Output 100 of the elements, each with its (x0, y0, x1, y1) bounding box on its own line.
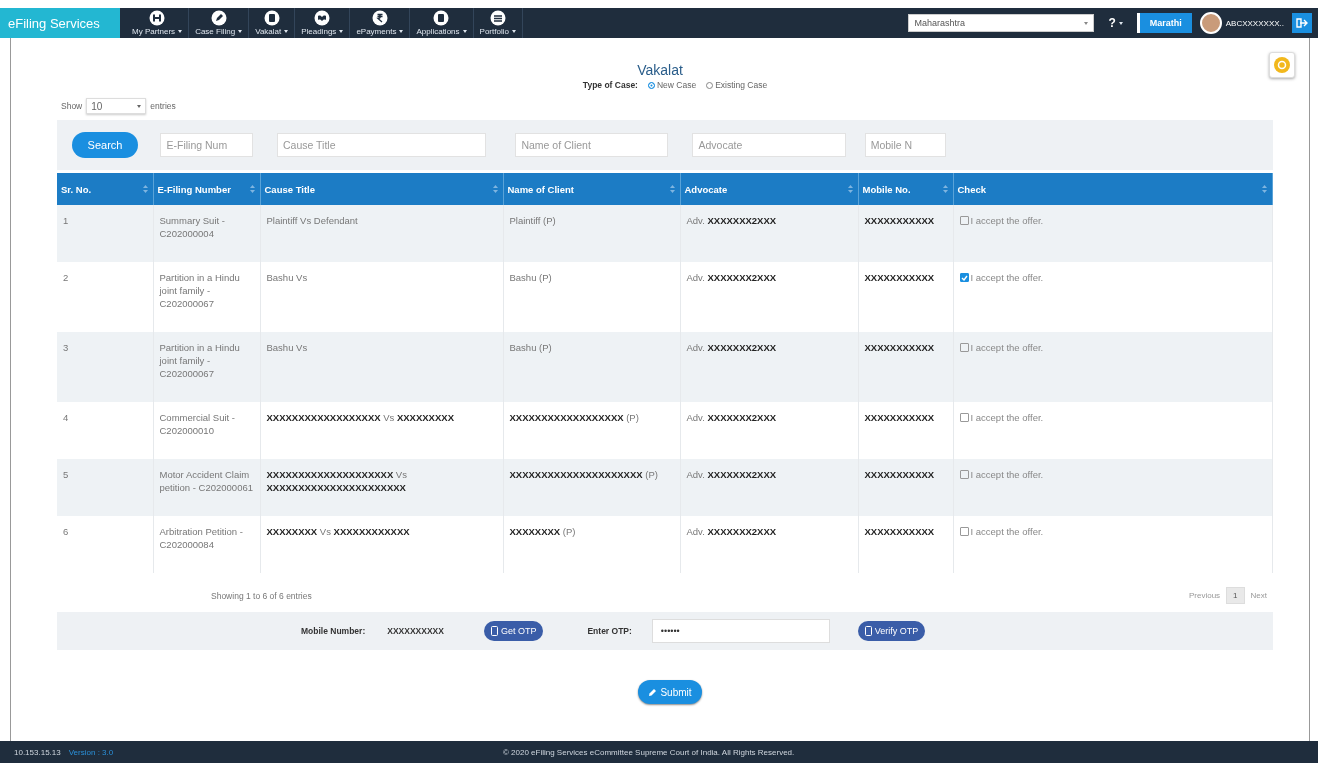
search-button[interactable]: Search (72, 132, 138, 158)
check-icon (960, 274, 968, 281)
sort-icon (668, 184, 676, 194)
column-header[interactable]: Cause Title (260, 173, 503, 205)
client-name: XXXXXXXX (P) (509, 526, 576, 537)
caret-icon (178, 30, 183, 33)
serial-number: 6 (63, 526, 69, 537)
advocate-name: Adv. XXXXXXX2XXX (686, 469, 777, 480)
avatar[interactable] (1199, 12, 1222, 34)
serial-number: 4 (63, 412, 69, 423)
nav-menu[interactable]: My Partners (126, 8, 190, 38)
phone-icon (490, 626, 498, 636)
case-type-radio[interactable]: Existing Case (706, 80, 768, 90)
mobile-number-value: XXXXXXXXXX (387, 626, 444, 636)
brand-title[interactable]: eFiling Services (0, 8, 120, 38)
advocate-name: Adv. XXXXXXX2XXX (686, 526, 777, 537)
entries-label: entries (150, 101, 176, 111)
column-header[interactable]: Check (953, 173, 1273, 205)
page-button[interactable]: 1 (1226, 587, 1245, 604)
nav-menu[interactable]: Portfolio (473, 8, 523, 38)
column-header[interactable]: Name of Client (503, 173, 680, 205)
caret-icon (1118, 21, 1123, 25)
column-header[interactable]: Sr. No. (57, 173, 153, 205)
efiling-number: Motor Accident Claim petition - C202000061 (159, 469, 253, 493)
otp-field[interactable]: •••••• (651, 619, 830, 643)
cause-title: Bashu Vs (266, 272, 308, 283)
accept-checkbox[interactable]: I accept the offer. (959, 341, 1266, 354)
caret-icon (339, 30, 344, 33)
mobile-number: XXXXXXXXXXX (864, 469, 935, 480)
client-name: XXXXXXXXXXXXXXXXXXXXX (P) (509, 469, 658, 480)
caret-icon (462, 30, 467, 33)
efiling-number: Partition in a Hindu joint family - C202000067 (159, 342, 240, 379)
mobile-number: XXXXXXXXXXX (864, 526, 935, 537)
filter-field[interactable]: E-Filing Num (160, 133, 253, 157)
previous-link[interactable]: Previous (1188, 591, 1221, 600)
accept-checkbox[interactable]: I accept the offer. (959, 411, 1266, 424)
nav-menu[interactable]: Applications (410, 8, 474, 38)
filter-field[interactable]: Cause Title (277, 133, 486, 157)
caret-icon (238, 30, 243, 33)
serial-number: 5 (63, 469, 69, 480)
mobile-number: XXXXXXXXXXX (864, 215, 935, 226)
sort-icon (846, 184, 854, 194)
language-button[interactable]: Marathi (1136, 13, 1192, 33)
nav-menu[interactable]: ePayments (350, 8, 411, 38)
page-title: Vakalat (637, 62, 683, 78)
phone-icon (864, 626, 872, 636)
get-otp-button[interactable]: Get OTP (483, 621, 544, 641)
caret-icon (399, 30, 404, 33)
next-link[interactable]: Next (1250, 591, 1267, 600)
advocate-name: Adv. XXXXXXX2XXX (686, 272, 777, 283)
cause-title: XXXXXXXXXXXXXXXXXXXX Vs XXXXXXXXXXXXXXXXXXXXXX (266, 469, 407, 493)
client-name: Plaintiff (P) (509, 215, 556, 226)
nav-menu[interactable]: Vakalat (249, 8, 296, 38)
client-name: Bashu (P) (509, 342, 552, 353)
accept-checkbox[interactable]: I accept the offer. (959, 525, 1266, 538)
mobile-number: XXXXXXXXXXX (864, 272, 935, 283)
filter-field[interactable]: Name of Client (515, 133, 668, 157)
sort-icon (141, 184, 149, 194)
nav-menu[interactable]: Pleadings (295, 8, 351, 38)
logout-button[interactable] (1292, 13, 1312, 33)
column-header[interactable]: E-Filing Number (153, 173, 260, 205)
help-menu[interactable]: ? (1102, 15, 1129, 31)
nav-menu[interactable]: Case Filing (189, 8, 250, 38)
cause-title: XXXXXXXXXXXXXXXXXX Vs XXXXXXXXX (266, 412, 454, 423)
caret-icon (284, 30, 289, 33)
cause-title: XXXXXXXX Vs XXXXXXXXXXXX (266, 526, 410, 537)
column-header[interactable]: Advocate (680, 173, 858, 205)
column-header[interactable]: Mobile No. (858, 173, 953, 205)
case-type-label: Type of Case: (582, 80, 638, 90)
mobile-number: XXXXXXXXXXX (864, 412, 935, 423)
advocate-name: Adv. XXXXXXX2XXX (686, 215, 777, 226)
advocate-name: Adv. XXXXXXX2XXX (686, 342, 777, 353)
caret-icon (511, 30, 516, 33)
cause-title: Bashu Vs (266, 342, 308, 353)
pencil-icon (648, 687, 658, 697)
efiling-number: Partition in a Hindu joint family - C202000067 (159, 272, 240, 309)
submit-button[interactable]: Submit (638, 680, 702, 704)
efiling-number: Commercial Suit - C202000010 (159, 412, 235, 436)
serial-number: 2 (63, 272, 69, 283)
table-info: Showing 1 to 6 of 6 entries (211, 590, 312, 601)
filter-field[interactable]: Mobile N (864, 133, 947, 157)
logout-icon (1296, 18, 1308, 28)
case-type-radio[interactable]: New Case (647, 80, 697, 90)
mobile-number: XXXXXXXXXXX (864, 342, 935, 353)
verify-otp-button[interactable]: Verify OTP (857, 621, 926, 641)
page-size-select[interactable]: 10 (86, 98, 147, 114)
ip-address: 10.153.15.13 (14, 747, 61, 757)
filter-field[interactable]: Advocate (692, 133, 846, 157)
user-name[interactable]: ABCXXXXXXX.. (1225, 18, 1284, 28)
mobile-number-label: Mobile Number: (301, 626, 366, 636)
floating-button[interactable] (1269, 52, 1295, 78)
version-label: Version : 3.0 (68, 747, 114, 757)
state-select[interactable]: Maharashtra (908, 14, 1095, 32)
sort-icon (491, 184, 499, 194)
caret-icon (1084, 21, 1089, 25)
caret-icon (137, 104, 142, 108)
sort-icon (941, 184, 949, 194)
efiling-number: Summary Suit - C202000004 (159, 215, 225, 239)
accept-checkbox[interactable]: I accept the offer. (959, 271, 1266, 284)
show-label: Show (61, 101, 83, 111)
